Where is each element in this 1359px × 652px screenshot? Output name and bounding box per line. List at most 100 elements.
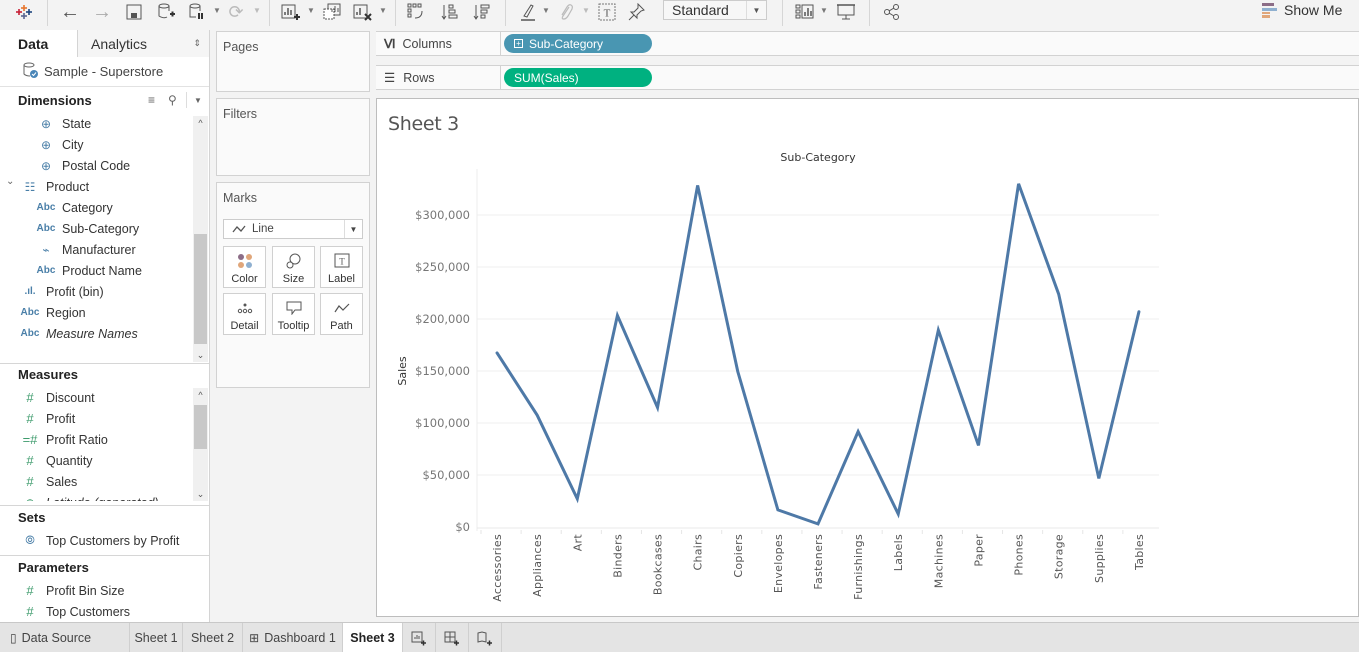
group-members-icon[interactable] (556, 2, 576, 22)
collapse-icon[interactable]: ⌄ (6, 176, 14, 187)
data-point-furnishings[interactable] (855, 429, 861, 435)
clear-sheet-dropdown-icon[interactable]: ▼ (379, 6, 387, 15)
highlight-icon[interactable] (518, 2, 538, 22)
field-item[interactable]: Abc Product Name (34, 260, 142, 281)
field-item[interactable]: ⊕ City (34, 134, 84, 155)
share-icon[interactable] (882, 2, 902, 22)
measures-scrollbar[interactable]: ^ ⌄ (193, 388, 208, 501)
show-me-button[interactable]: Show Me (1262, 1, 1342, 19)
data-point-art[interactable] (574, 496, 580, 502)
fit-mode-select[interactable]: Standard ▼ (663, 0, 767, 20)
show-cards-dropdown-icon[interactable]: ▼ (820, 6, 828, 15)
tab-data[interactable]: Data (0, 30, 77, 57)
line-chart[interactable]: Sub-Category $0 $50,000 $100,000 $150,000 $20… (377, 99, 1358, 616)
duplicate-sheet-icon[interactable] (322, 2, 342, 22)
pane-toggle-icon[interactable]: ⇕ (193, 38, 201, 49)
data-point-accessories[interactable] (494, 350, 500, 356)
view-as-list-icon[interactable]: ≡ (148, 93, 155, 107)
data-point-storage[interactable] (1056, 291, 1062, 297)
clear-sheet-icon[interactable] (352, 2, 374, 22)
tableau-logo-icon[interactable] (14, 2, 34, 22)
refresh-dropdown-icon[interactable]: ▼ (253, 6, 261, 15)
data-point-appliances[interactable] (534, 412, 540, 418)
pause-auto-updates-icon[interactable] (187, 2, 207, 22)
expand-icon[interactable]: + (514, 39, 523, 48)
field-item[interactable]: # Sales (18, 471, 77, 492)
data-point-machines[interactable] (935, 327, 941, 333)
new-data-source-icon[interactable] (156, 2, 176, 22)
pages-shelf[interactable]: Pages (216, 31, 370, 92)
dimensions-menu-icon[interactable]: ▼ (194, 96, 202, 105)
new-worksheet-icon[interactable] (280, 2, 302, 22)
color-button[interactable]: Color (223, 246, 266, 288)
field-item[interactable]: Abc Sub-Category (34, 218, 140, 239)
detail-button[interactable]: Detail (223, 293, 266, 335)
filters-shelf[interactable]: Filters (216, 98, 370, 176)
field-item[interactable]: # Quantity (18, 450, 92, 471)
data-source-item[interactable]: Sample - Superstore (0, 57, 209, 87)
sum-sales-pill[interactable]: SUM(Sales) (504, 68, 652, 87)
columns-shelf[interactable]: Ⅵ Columns + Sub-Category (376, 31, 1359, 56)
size-button[interactable]: Size (272, 246, 315, 288)
sort-descending-icon[interactable] (472, 2, 492, 22)
data-point-labels[interactable] (895, 511, 901, 517)
data-point-bookcases[interactable] (655, 405, 661, 411)
tab-sheet-2[interactable]: Sheet 2 (183, 623, 243, 652)
field-item[interactable]: ⊕Latitude (generated) (18, 492, 159, 502)
group-dropdown-icon[interactable]: ▼ (582, 6, 590, 15)
field-item[interactable]: ☷ Product ⌄ (6, 176, 89, 197)
field-item[interactable]: Abc Measure Names (18, 323, 138, 344)
field-item[interactable]: =# Profit Ratio (18, 429, 108, 450)
tab-sheet-3[interactable]: Sheet 3 (343, 623, 403, 652)
field-item[interactable]: # Profit (18, 408, 75, 429)
sort-ascending-icon[interactable] (440, 2, 460, 22)
field-item[interactable]: Abc Category (34, 197, 113, 218)
redo-icon[interactable]: → (90, 1, 114, 23)
data-point-paper[interactable] (975, 442, 981, 448)
data-point-fasteners[interactable] (815, 521, 821, 527)
field-item[interactable]: ⌁ Manufacturer (34, 239, 135, 260)
data-point-copiers[interactable] (735, 368, 741, 374)
pin-axes-icon[interactable] (627, 2, 647, 22)
scroll-thumb[interactable] (194, 234, 207, 344)
pause-dropdown-icon[interactable]: ▼ (213, 6, 221, 15)
undo-icon[interactable]: ← (58, 1, 82, 23)
data-point-binders[interactable] (614, 312, 620, 318)
scroll-up-icon[interactable]: ^ (193, 116, 208, 130)
data-point-phones[interactable] (1016, 181, 1022, 187)
data-point-tables[interactable] (1136, 309, 1142, 315)
rows-shelf[interactable]: ☰ Rows SUM(Sales) (376, 65, 1359, 90)
highlight-dropdown-icon[interactable]: ▼ (542, 6, 550, 15)
new-worksheet-dropdown-icon[interactable]: ▼ (307, 6, 315, 15)
scroll-up-icon[interactable]: ^ (193, 388, 208, 402)
tab-dashboard-1[interactable]: ⊞ Dashboard 1 (243, 623, 343, 652)
field-item[interactable]: # Discount (18, 387, 94, 408)
tooltip-button[interactable]: Tooltip (272, 293, 315, 335)
scroll-thumb[interactable] (194, 405, 207, 449)
show-cards-icon[interactable] (794, 2, 816, 22)
data-point-chairs[interactable] (695, 182, 701, 188)
field-item[interactable]: ⊕ State (34, 113, 91, 134)
path-button[interactable]: Path (320, 293, 363, 335)
save-icon[interactable] (124, 2, 144, 22)
swap-rows-columns-icon[interactable] (406, 2, 428, 22)
field-item[interactable]: # Top Customers (18, 601, 130, 622)
show-mark-labels-icon[interactable]: T (597, 2, 617, 22)
field-item[interactable]: .ıl. Profit (bin) (18, 281, 103, 302)
label-button[interactable]: T Label (320, 246, 363, 288)
field-item[interactable]: ⊕ Postal Code (34, 155, 130, 176)
data-point-envelopes[interactable] (775, 507, 781, 513)
new-worksheet-button[interactable] (403, 623, 436, 652)
tab-data-source[interactable]: ▯ Data Source (0, 623, 130, 652)
field-item[interactable]: # Profit Bin Size (18, 580, 124, 601)
mark-type-select[interactable]: Line ▼ (223, 219, 363, 239)
new-story-button[interactable] (469, 623, 502, 652)
refresh-icon[interactable]: ⟳ (226, 2, 246, 22)
tab-analytics[interactable]: Analytics ⇕ (77, 30, 209, 57)
search-icon[interactable]: ⚲ (168, 93, 177, 107)
sales-line[interactable] (495, 183, 1141, 526)
new-dashboard-button[interactable] (436, 623, 469, 652)
field-item[interactable]: ⦾ Top Customers by Profit (18, 530, 179, 551)
tab-sheet-1[interactable]: Sheet 1 (130, 623, 183, 652)
data-point-supplies[interactable] (1096, 475, 1102, 481)
